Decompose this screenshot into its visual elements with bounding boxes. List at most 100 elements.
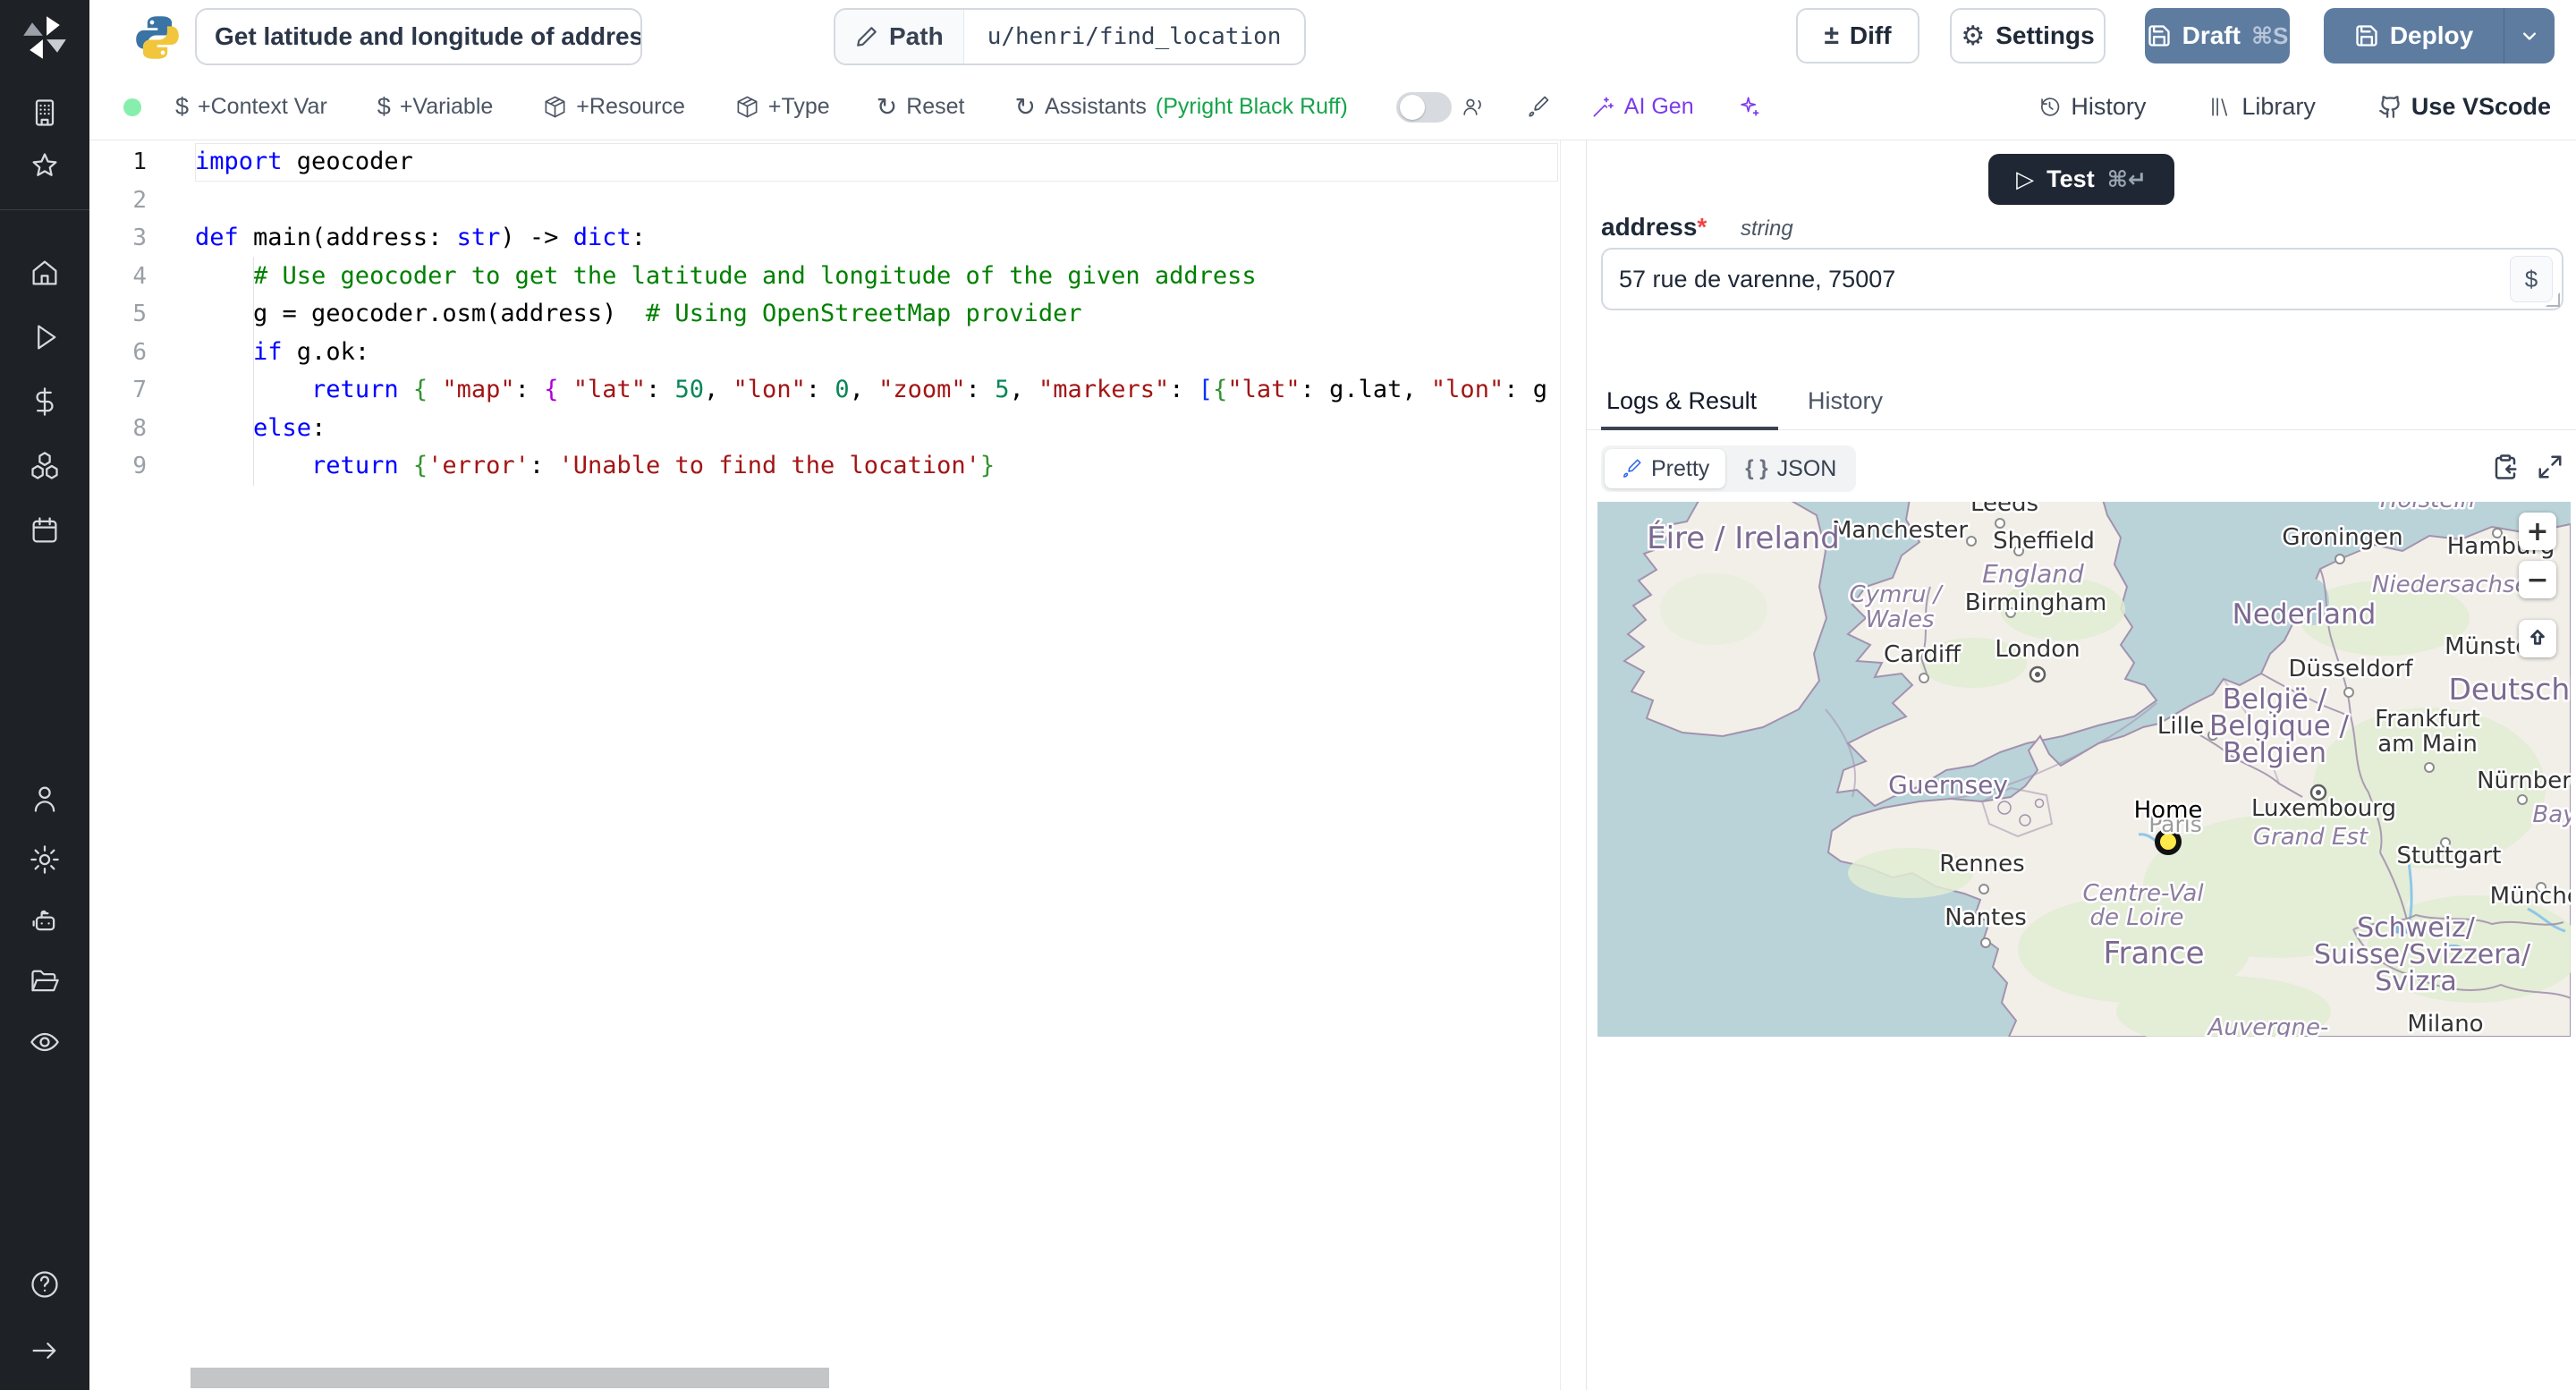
audit-eye-icon[interactable]	[18, 1015, 72, 1069]
expand-result-icon[interactable]	[2537, 453, 2563, 480]
line-number: 7	[132, 377, 147, 404]
history-button[interactable]: History	[2038, 93, 2146, 121]
save-icon	[2148, 25, 2170, 47]
workers-robot-icon[interactable]	[18, 894, 72, 947]
play-icon: ▷	[2016, 165, 2035, 192]
github-icon	[2379, 96, 2400, 118]
resources-cubes-icon[interactable]	[18, 439, 72, 493]
map-label: Nantes	[1945, 904, 2027, 931]
workspace-building-icon[interactable]	[18, 86, 72, 140]
sparkles-icon[interactable]	[1737, 95, 1761, 119]
windmill-logo-icon[interactable]	[20, 13, 70, 63]
map-zoom-in-button[interactable]: +	[2519, 513, 2556, 550]
add-type-button[interactable]: +Type	[735, 94, 830, 120]
help-icon[interactable]	[18, 1258, 72, 1311]
dollar-icon: $	[377, 93, 391, 120]
map-label: Belgien	[2223, 737, 2326, 769]
map-label: Svizra	[2375, 966, 2457, 997]
result-view-switch: Pretty { } JSON	[1601, 445, 1857, 492]
path-value: u/henri/find_location	[987, 23, 1282, 50]
map-label: Leeds	[1970, 502, 2038, 517]
favorites-star-icon[interactable]	[18, 140, 72, 193]
voice-assistant-icon[interactable]	[1461, 95, 1485, 119]
code-line[interactable]: 1 import geocoder	[89, 143, 1560, 182]
map-label: Cardiff	[1884, 641, 1962, 668]
active-tab-underline	[1601, 427, 1778, 430]
code-line[interactable]: 5 g = geocoder.osm(address) # Using Open…	[89, 295, 1560, 334]
copy-result-icon[interactable]	[2492, 453, 2519, 480]
map-label: Frankfurt	[2375, 706, 2480, 733]
line-number: 1	[132, 148, 147, 176]
horizontal-scrollbar[interactable]	[191, 1368, 829, 1388]
code-line[interactable]: 6 if g.ok:	[89, 334, 1560, 372]
add-context-var-button[interactable]: $ +Context Var	[175, 93, 327, 121]
code-line[interactable]: 2	[89, 182, 1560, 220]
map-recenter-button[interactable]	[2519, 620, 2556, 657]
assistant-toggle[interactable]	[1395, 91, 1452, 123]
map-label: Auvergne-	[2207, 1014, 2329, 1037]
code-line[interactable]: 3 def main(address: str) -> dict:	[89, 219, 1560, 258]
insert-variable-button[interactable]: $	[2510, 256, 2553, 302]
map-label: Centre-Val	[2082, 880, 2204, 907]
settings-button[interactable]: ⚙ Settings	[1950, 8, 2106, 64]
add-resource-button[interactable]: +Resource	[543, 94, 685, 120]
dollar-icon: $	[175, 93, 190, 120]
json-view-button[interactable]: { } JSON	[1729, 449, 1852, 488]
draft-button[interactable]: Draft ⌘S	[2145, 8, 2290, 64]
arrow-up-box-icon	[2530, 629, 2545, 645]
code-line[interactable]: 4 # Use geocoder to get the latitude and…	[89, 258, 1560, 296]
package-icon	[545, 96, 565, 118]
pretty-view-button[interactable]: Pretty	[1605, 449, 1726, 488]
user-icon[interactable]	[18, 772, 72, 826]
run-panel: ▷ Test ⌘↵ address* string 57 rue de vare…	[1587, 140, 2576, 1390]
use-vscode-button[interactable]: Use VScode	[2378, 93, 2551, 121]
map-label: Holstein	[2380, 502, 2475, 513]
test-shortcut: ⌘↵	[2106, 166, 2147, 192]
result-tabs: Logs & Result History	[1587, 380, 2576, 430]
library-button[interactable]: Library	[2208, 93, 2316, 121]
home-icon[interactable]	[18, 246, 72, 300]
schedules-calendar-icon[interactable]	[18, 504, 72, 557]
format-brush-icon[interactable]	[1526, 95, 1550, 119]
python-language-icon	[136, 16, 179, 59]
code-line[interactable]: 7 return { "map": { "lat": 50, "lon": 0,…	[89, 371, 1560, 410]
result-map[interactable]: Leeds Manchester Sheffield England Cymru / Wa…	[1597, 502, 2571, 1037]
map-label: Lille	[2157, 713, 2204, 740]
collapse-arrow-icon[interactable]	[18, 1324, 72, 1377]
tab-logs-result[interactable]: Logs & Result	[1606, 387, 1757, 415]
add-variable-button[interactable]: $ +Variable	[377, 93, 494, 121]
magic-wand-icon	[1593, 97, 1614, 117]
variables-dollar-icon[interactable]	[18, 375, 72, 428]
tab-history[interactable]: History	[1808, 387, 1883, 415]
map-label: London	[1995, 636, 2080, 663]
ai-gen-button[interactable]: AI Gen	[1591, 94, 1694, 120]
top-header: Get latitude and longitude of address Pa…	[89, 0, 2576, 74]
runs-play-icon[interactable]	[18, 310, 72, 364]
map-zoom-out-button[interactable]: −	[2519, 561, 2556, 598]
assistants-button[interactable]: ↻ Assistants (Pyright Black Ruff)	[1015, 92, 1348, 122]
deploy-dropdown-button[interactable]	[2504, 23, 2555, 48]
path-chip[interactable]: Path u/henri/find_location	[834, 8, 1307, 65]
map-label: Sheffield	[1993, 528, 2095, 555]
reset-button[interactable]: ↻ Reset	[877, 92, 965, 122]
script-title-input[interactable]: Get latitude and longitude of address	[195, 8, 642, 65]
map-label: England	[1982, 559, 2084, 589]
map-label: Wales	[1866, 606, 1935, 633]
address-input[interactable]: 57 rue de varenne, 75007 $	[1601, 248, 2563, 310]
code-line[interactable]: 9 return {'error': 'Unable to find the l…	[89, 447, 1560, 486]
path-label: Path	[889, 22, 944, 50]
argument-name: address*	[1601, 213, 1707, 241]
line-number: 3	[132, 225, 147, 252]
deploy-button[interactable]: Deploy	[2324, 8, 2555, 64]
code-line[interactable]: 8 else:	[89, 410, 1560, 448]
test-button[interactable]: ▷ Test ⌘↵	[1988, 154, 2174, 205]
diff-button[interactable]: ± Diff	[1796, 8, 1919, 64]
code-editor[interactable]: 1 import geocoder 2 3 def main(address: str)…	[89, 140, 1561, 1390]
sidebar-divider	[0, 209, 89, 210]
map-label: de Loire	[2089, 904, 2183, 931]
folders-icon[interactable]	[18, 954, 72, 1008]
line-number: 4	[132, 262, 147, 290]
line-number: 6	[132, 338, 147, 366]
result-actions	[2492, 453, 2563, 480]
settings-gear-icon[interactable]	[18, 833, 72, 886]
